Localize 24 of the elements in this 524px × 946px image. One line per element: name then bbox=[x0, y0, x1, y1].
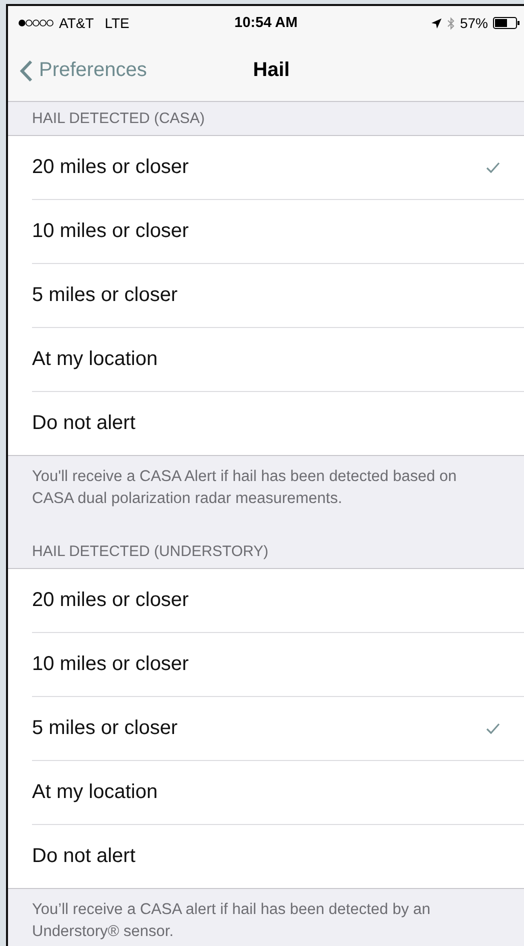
section-header: HAIL DETECTED (UNDERSTORY) bbox=[32, 542, 268, 560]
option-row[interactable]: At my location bbox=[32, 760, 524, 825]
option-row[interactable]: 5 miles or closer bbox=[32, 264, 524, 328]
battery-icon bbox=[493, 17, 520, 29]
clock: 10:54 AM bbox=[234, 15, 298, 31]
screen-title: Hail bbox=[253, 59, 290, 82]
section-footer: You’ll receive a CASA alert if hail has been detected by an Understory® sensor. bbox=[32, 900, 430, 940]
option-row[interactable]: Do not alert bbox=[32, 392, 524, 455]
option-row[interactable]: At my location bbox=[32, 328, 524, 392]
section-header: HAIL DETECTED (CASA) bbox=[32, 110, 205, 127]
option-row[interactable]: 10 miles or closer bbox=[32, 200, 524, 264]
option-row[interactable]: 10 miles or closer bbox=[32, 632, 524, 697]
bluetooth-icon bbox=[446, 16, 455, 30]
option-row[interactable]: 20 miles or closer bbox=[32, 568, 524, 633]
location-icon bbox=[430, 18, 442, 28]
option-row[interactable]: 5 miles or closer bbox=[32, 696, 524, 761]
option-row[interactable]: Do not alert bbox=[32, 824, 524, 888]
battery-percent: 57% bbox=[460, 15, 488, 31]
network-type: LTE bbox=[104, 15, 130, 31]
section-footer: You'll receive a CASA Alert if hail has been detected based on CASA dual polarization radar measurements. bbox=[32, 468, 457, 508]
chevron-left-icon bbox=[20, 60, 33, 82]
signal-icon bbox=[18, 19, 54, 27]
carrier: AT&T bbox=[59, 15, 94, 31]
option-row[interactable]: 20 miles or closer bbox=[32, 136, 524, 200]
